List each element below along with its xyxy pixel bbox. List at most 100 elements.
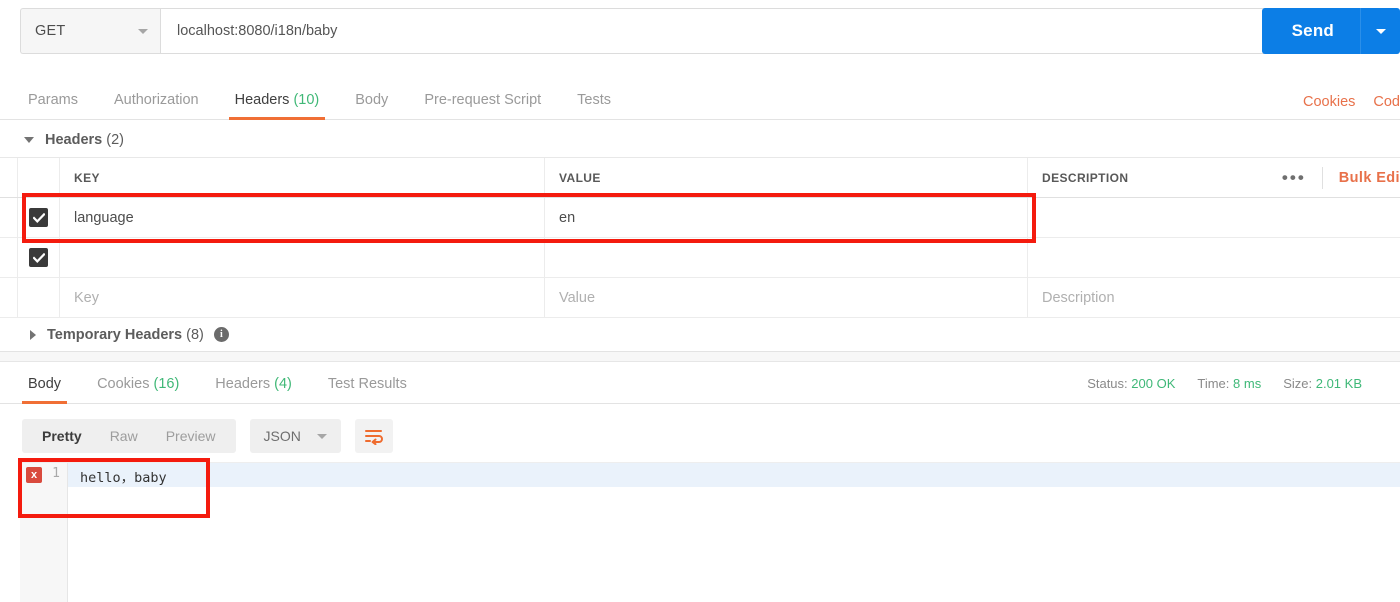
tab-response-body[interactable]: Body: [10, 376, 79, 404]
view-mode-toggle: Pretty Raw Preview: [22, 419, 236, 453]
header-description-cell[interactable]: [1028, 238, 1400, 277]
tab-response-headers[interactable]: Headers (4): [197, 376, 310, 403]
tab-count: (10): [293, 92, 320, 108]
tab-label: Body: [28, 376, 62, 392]
size-label: Size:: [1283, 376, 1313, 391]
row-checkbox-cell: [18, 238, 60, 277]
code-link[interactable]: Cod: [1373, 94, 1400, 110]
gutter-cell: [0, 238, 18, 277]
expand-triangle-icon[interactable]: [30, 329, 36, 340]
status-value: 200 OK: [1131, 376, 1176, 391]
response-body-text: hello，baby: [80, 470, 167, 486]
send-button-group: Send: [1261, 8, 1400, 54]
view-mode-pretty[interactable]: Pretty: [28, 419, 96, 453]
tab-label: Authorization: [113, 92, 199, 108]
row-checkbox[interactable]: [29, 248, 48, 267]
tab-count: (16): [153, 376, 180, 392]
chevron-down-icon: [1375, 28, 1386, 34]
column-header-value: VALUE: [545, 158, 1028, 197]
chevron-down-icon: [138, 28, 148, 34]
tab-tests[interactable]: Tests: [559, 92, 629, 119]
gutter-cell: [0, 158, 18, 197]
temporary-headers-title: Temporary Headers (8): [47, 327, 204, 343]
table-header-row: KEY VALUE DESCRIPTION ••• Bulk Edi: [0, 158, 1400, 198]
line-number: 1: [52, 466, 60, 481]
table-row[interactable]: [0, 238, 1400, 278]
check-icon: [32, 212, 45, 223]
response-tabs: Body Cookies (16) Headers (4) Test Resul…: [0, 362, 1400, 404]
tab-params[interactable]: Params: [10, 92, 96, 119]
row-checkbox[interactable]: [29, 208, 48, 227]
tab-headers[interactable]: Headers (10): [217, 92, 338, 120]
tab-label: Headers: [234, 92, 290, 108]
headers-count: (2): [106, 131, 124, 148]
info-icon[interactable]: i: [213, 327, 229, 342]
tab-label: Cookies: [97, 376, 150, 392]
response-body-editor[interactable]: x 1 hello，baby: [20, 462, 1400, 602]
column-header-description-label: DESCRIPTION: [1042, 170, 1129, 185]
table-row-new[interactable]: Key Value Description: [0, 278, 1400, 318]
tab-test-results[interactable]: Test Results: [310, 376, 425, 403]
tab-label: Body: [355, 92, 389, 108]
tab-label: Headers: [215, 376, 271, 392]
http-method-label: GET: [35, 23, 66, 39]
tab-count: (4): [274, 376, 292, 392]
header-value-cell[interactable]: [545, 238, 1028, 277]
view-mode-preview[interactable]: Preview: [152, 419, 230, 453]
table-row[interactable]: language en: [0, 198, 1400, 238]
tab-body[interactable]: Body: [337, 92, 406, 119]
temporary-headers-section[interactable]: Temporary Headers (8) i: [0, 318, 1400, 352]
time-group: Time: 8 ms: [1197, 376, 1261, 391]
bulk-edit-link[interactable]: Bulk Edi: [1323, 170, 1400, 186]
response-divider: [0, 352, 1400, 362]
response-format-selector[interactable]: JSON: [249, 419, 341, 453]
http-method-selector[interactable]: GET: [20, 8, 160, 54]
url-input[interactable]: localhost:8080/i18n/baby: [160, 8, 1384, 54]
gutter-cell: [0, 278, 18, 317]
row-checkbox-cell: [18, 198, 60, 237]
temporary-headers-title-text: Temporary Headers: [47, 326, 183, 343]
word-wrap-button[interactable]: [354, 419, 393, 453]
error-marker-icon[interactable]: x: [26, 467, 42, 483]
tab-pre-request-script[interactable]: Pre-request Script: [406, 92, 559, 119]
header-description-cell[interactable]: [1028, 198, 1400, 237]
new-description-input[interactable]: Description: [1028, 278, 1400, 317]
new-key-input[interactable]: Key: [60, 278, 545, 317]
gutter-cell: [0, 198, 18, 237]
response-meta: Status: 200 OK Time: 8 ms Size: 2.01 KB: [1087, 376, 1362, 391]
collapse-triangle-icon[interactable]: [24, 136, 34, 143]
checkbox-column-header: [18, 158, 60, 197]
status-label: Status:: [1087, 376, 1128, 391]
active-line-highlight: [20, 463, 1400, 487]
size-group: Size: 2.01 KB: [1283, 376, 1362, 391]
header-key-cell[interactable]: [60, 238, 545, 277]
time-label: Time:: [1197, 376, 1230, 391]
new-value-input[interactable]: Value: [545, 278, 1028, 317]
header-value-text: en: [559, 209, 576, 226]
url-text: localhost:8080/i18n/baby: [177, 23, 338, 39]
temporary-headers-count: (8): [186, 326, 204, 343]
send-button[interactable]: Send: [1261, 8, 1360, 54]
headers-section-title: Headers (2): [45, 132, 124, 148]
response-format-label: JSON: [263, 428, 301, 444]
tab-authorization[interactable]: Authorization: [96, 92, 217, 119]
editor-gutter: [20, 463, 68, 602]
tab-label: Pre-request Script: [424, 92, 542, 108]
cookies-link[interactable]: Cookies: [1303, 94, 1355, 110]
table-header-actions: ••• Bulk Edi: [1266, 158, 1400, 197]
header-value-cell[interactable]: en: [545, 198, 1028, 237]
view-mode-raw[interactable]: Raw: [96, 419, 152, 453]
header-key-cell[interactable]: language: [60, 198, 545, 237]
new-value-placeholder: Value: [559, 289, 596, 306]
request-tabs-actions: Cookies Cod: [1303, 94, 1400, 110]
tab-response-cookies[interactable]: Cookies (16): [79, 376, 197, 403]
word-wrap-icon: [364, 429, 383, 445]
request-url-bar: GET localhost:8080/i18n/baby Send: [0, 0, 1400, 62]
new-key-placeholder: Key: [74, 289, 99, 306]
postman-window: GET localhost:8080/i18n/baby Send Params…: [0, 0, 1400, 602]
send-options-button[interactable]: [1360, 8, 1400, 54]
more-options-icon[interactable]: •••: [1266, 166, 1323, 189]
new-description-placeholder: Description: [1042, 289, 1115, 306]
headers-section-header[interactable]: Headers (2): [0, 122, 1400, 158]
headers-table: KEY VALUE DESCRIPTION ••• Bulk Edi langu…: [0, 158, 1400, 318]
